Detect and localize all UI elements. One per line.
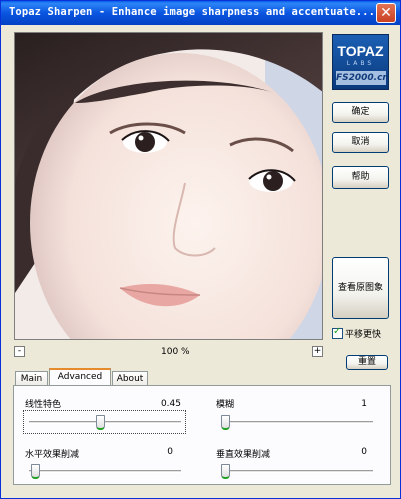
topaz-labs-logo: TOPAZ LABS FS2000.cn bbox=[332, 34, 389, 90]
linear-feature-track[interactable] bbox=[29, 421, 181, 424]
zoom-level: 100 % bbox=[161, 347, 190, 357]
vertical-reduce-track[interactable] bbox=[221, 470, 373, 473]
pan-faster-checkbox-row[interactable]: ✓ 平移更快 bbox=[332, 326, 382, 340]
logo-subtext: LABS bbox=[346, 60, 375, 67]
vertical-reduce-value: 0 bbox=[361, 447, 367, 457]
vertical-reduce-slider-thumb[interactable] bbox=[221, 464, 230, 479]
view-original-button[interactable]: 查看原图象 bbox=[332, 257, 389, 319]
ok-button[interactable]: 确定 bbox=[332, 102, 389, 123]
cancel-button[interactable]: 取消 bbox=[332, 132, 389, 153]
blur-track[interactable] bbox=[221, 421, 373, 424]
blur-value: 1 bbox=[361, 399, 367, 409]
topaz-sharpen-dialog: Topaz Sharpen - Enhance image sharpness … bbox=[0, 0, 401, 499]
pan-faster-checkbox[interactable]: ✓ bbox=[332, 326, 343, 339]
image-preview[interactable] bbox=[14, 32, 323, 340]
linear-feature-label: 线性特色 bbox=[25, 400, 62, 410]
close-button[interactable]: ✕ bbox=[376, 3, 396, 23]
linear-feature-slider-thumb[interactable] bbox=[96, 415, 105, 430]
zoom-in-button[interactable]: + bbox=[312, 346, 323, 357]
reset-button[interactable]: 重置 bbox=[346, 355, 388, 370]
vertical-reduce-label: 垂直效果削减 bbox=[216, 450, 271, 460]
zoom-out-button[interactable]: - bbox=[14, 346, 25, 357]
checkmark-icon: ✓ bbox=[333, 326, 342, 337]
horizontal-reduce-label: 水平效果削减 bbox=[25, 450, 80, 460]
horizontal-reduce-slider-thumb[interactable] bbox=[31, 464, 40, 479]
linear-feature-value: 0.45 bbox=[160, 399, 181, 409]
title-bar[interactable]: Topaz Sharpen - Enhance image sharpness … bbox=[1, 1, 400, 25]
logo-watermark: FS2000.cn bbox=[336, 71, 389, 85]
horizontal-reduce-value: 0 bbox=[167, 447, 173, 457]
pan-faster-label: 平移更快 bbox=[345, 330, 382, 340]
blur-slider-thumb[interactable] bbox=[221, 415, 230, 430]
blur-label: 模糊 bbox=[216, 400, 235, 410]
window-title: Topaz Sharpen - Enhance image sharpness … bbox=[9, 6, 376, 18]
tab-about[interactable]: About bbox=[112, 371, 148, 386]
tab-main[interactable]: Main bbox=[15, 371, 48, 386]
help-button[interactable]: 帮助 bbox=[332, 166, 389, 189]
preview-portrait bbox=[15, 33, 322, 339]
horizontal-reduce-track[interactable] bbox=[29, 470, 181, 473]
logo-text: TOPAZ bbox=[337, 43, 384, 59]
